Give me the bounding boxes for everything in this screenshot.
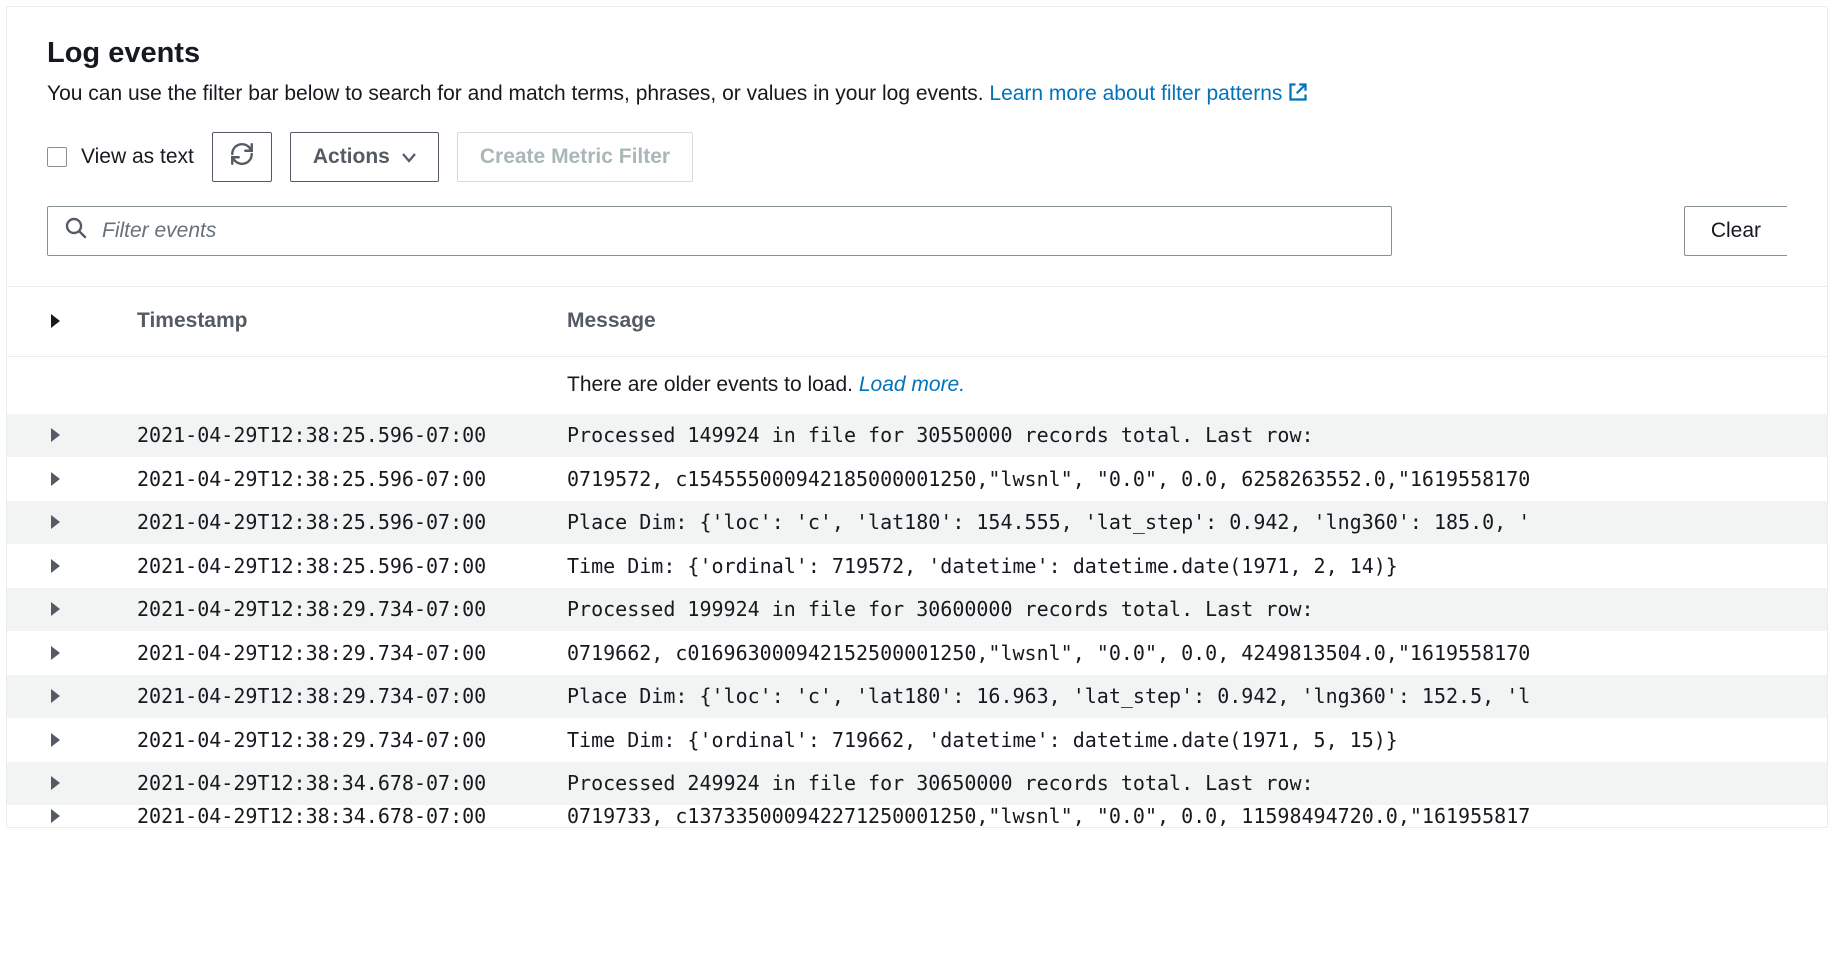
expand-caret-icon <box>51 472 60 486</box>
older-events-row: There are older events to load. Load mor… <box>7 357 1827 414</box>
expand-caret-icon <box>51 559 60 573</box>
refresh-icon <box>229 141 255 173</box>
row-expand-toggle[interactable] <box>7 733 103 747</box>
row-expand-toggle[interactable] <box>7 776 103 790</box>
cell-message: Processed 199924 in file for 30600000 re… <box>533 597 1827 621</box>
col-header-message[interactable]: Message <box>533 309 1827 333</box>
expand-caret-icon <box>51 809 60 823</box>
external-link-icon <box>1288 80 1308 112</box>
cell-message: Place Dim: {'loc': 'c', 'lat180': 16.963… <box>533 684 1827 708</box>
table-row[interactable]: 2021-04-29T12:38:25.596-07:00Place Dim: … <box>7 501 1827 545</box>
row-expand-toggle[interactable] <box>7 809 103 823</box>
filter-row: Clear <box>7 182 1827 286</box>
expand-caret-icon <box>51 646 60 660</box>
cell-message: Time Dim: {'ordinal': 719662, 'datetime'… <box>533 728 1827 752</box>
row-expand-toggle[interactable] <box>7 515 103 529</box>
row-expand-toggle[interactable] <box>7 689 103 703</box>
header-block: Log events You can use the filter bar be… <box>7 37 1827 112</box>
view-as-text-label: View as text <box>81 145 194 169</box>
page-title: Log events <box>47 37 1787 70</box>
expand-caret-icon <box>51 733 60 747</box>
actions-dropdown-button[interactable]: Actions <box>290 132 439 182</box>
page-subtitle: You can use the filter bar below to sear… <box>47 78 1787 112</box>
search-icon <box>64 216 88 246</box>
view-as-text-checkbox-wrap[interactable]: View as text <box>47 145 194 169</box>
cell-timestamp: 2021-04-29T12:38:34.678-07:00 <box>103 771 533 795</box>
expand-caret-icon <box>51 515 60 529</box>
cell-timestamp: 2021-04-29T12:38:29.734-07:00 <box>103 597 533 621</box>
log-events-panel: Log events You can use the filter bar be… <box>6 6 1828 828</box>
table-row[interactable]: 2021-04-29T12:38:25.596-07:00Time Dim: {… <box>7 544 1827 588</box>
learn-more-link[interactable]: Learn more about filter patterns <box>989 82 1308 105</box>
expand-caret-icon <box>51 314 60 328</box>
log-events-table: Timestamp Message There are older events… <box>7 286 1827 828</box>
table-row[interactable]: 2021-04-29T12:38:34.678-07:00Processed 2… <box>7 762 1827 806</box>
table-header-row: Timestamp Message <box>7 287 1827 357</box>
expand-caret-icon <box>51 428 60 442</box>
cell-message: Place Dim: {'loc': 'c', 'lat180': 154.55… <box>533 510 1827 534</box>
toolbar: View as text Actions Create Metric Filte… <box>7 112 1827 182</box>
filter-input-wrap[interactable] <box>47 206 1392 256</box>
cell-message: 0719662, c016963000942152500001250,"lwsn… <box>533 641 1827 665</box>
table-row[interactable]: 2021-04-29T12:38:29.734-07:00Processed 1… <box>7 588 1827 632</box>
actions-label: Actions <box>313 145 390 169</box>
cell-timestamp: 2021-04-29T12:38:29.734-07:00 <box>103 684 533 708</box>
col-header-timestamp[interactable]: Timestamp <box>103 309 533 333</box>
expand-all-header[interactable] <box>7 314 103 328</box>
cell-timestamp: 2021-04-29T12:38:29.734-07:00 <box>103 641 533 665</box>
older-events-text: There are older events to load. <box>567 373 859 396</box>
view-as-text-checkbox[interactable] <box>47 147 67 167</box>
table-row[interactable]: 2021-04-29T12:38:25.596-07:00Processed 1… <box>7 414 1827 458</box>
cell-timestamp: 2021-04-29T12:38:25.596-07:00 <box>103 467 533 491</box>
cell-timestamp: 2021-04-29T12:38:34.678-07:00 <box>103 805 533 827</box>
table-row[interactable]: 2021-04-29T12:38:25.596-07:000719572, c1… <box>7 457 1827 501</box>
cell-message: Time Dim: {'ordinal': 719572, 'datetime'… <box>533 554 1827 578</box>
table-row[interactable]: 2021-04-29T12:38:29.734-07:000719662, c0… <box>7 631 1827 675</box>
refresh-button[interactable] <box>212 132 272 182</box>
clear-button[interactable]: Clear <box>1684 206 1787 256</box>
expand-caret-icon <box>51 689 60 703</box>
cell-message: 0719572, c154555000942185000001250,"lwsn… <box>533 467 1827 491</box>
create-metric-filter-label: Create Metric Filter <box>480 145 670 169</box>
create-metric-filter-button[interactable]: Create Metric Filter <box>457 132 693 182</box>
cell-message: Processed 149924 in file for 30550000 re… <box>533 423 1827 447</box>
expand-caret-icon <box>51 602 60 616</box>
table-row[interactable]: 2021-04-29T12:38:29.734-07:00Place Dim: … <box>7 675 1827 719</box>
row-expand-toggle[interactable] <box>7 472 103 486</box>
row-expand-toggle[interactable] <box>7 646 103 660</box>
row-expand-toggle[interactable] <box>7 428 103 442</box>
cell-timestamp: 2021-04-29T12:38:25.596-07:00 <box>103 510 533 534</box>
cell-timestamp: 2021-04-29T12:38:29.734-07:00 <box>103 728 533 752</box>
row-expand-toggle[interactable] <box>7 559 103 573</box>
table-row[interactable]: 2021-04-29T12:38:29.734-07:00Time Dim: {… <box>7 718 1827 762</box>
caret-down-icon <box>402 145 416 169</box>
cell-timestamp: 2021-04-29T12:38:25.596-07:00 <box>103 554 533 578</box>
subtitle-text: You can use the filter bar below to sear… <box>47 82 989 105</box>
cell-message: Processed 249924 in file for 30650000 re… <box>533 771 1827 795</box>
cell-timestamp: 2021-04-29T12:38:25.596-07:00 <box>103 423 533 447</box>
expand-caret-icon <box>51 776 60 790</box>
table-row[interactable]: 2021-04-29T12:38:34.678-07:000719733, c1… <box>7 805 1827 827</box>
row-expand-toggle[interactable] <box>7 602 103 616</box>
load-more-link[interactable]: Load more. <box>859 373 965 396</box>
learn-more-link-text: Learn more about filter patterns <box>989 82 1282 105</box>
cell-message: 0719733, c137335000942271250001250,"lwsn… <box>533 805 1827 827</box>
filter-events-input[interactable] <box>102 219 1375 243</box>
